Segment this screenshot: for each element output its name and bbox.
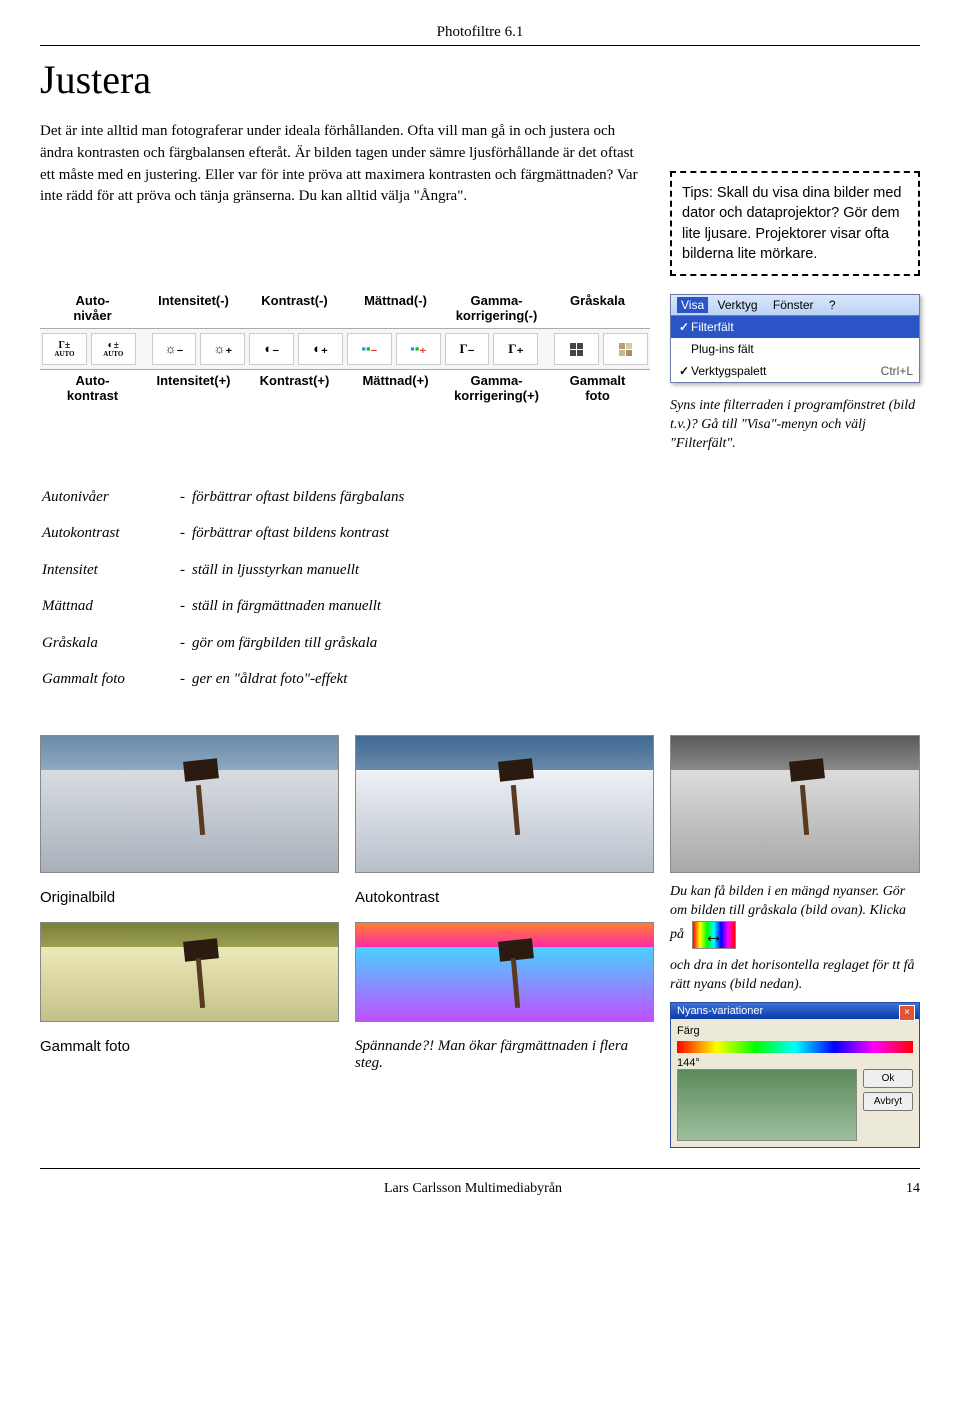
toolbar-label-bottom-0: Auto- kontrast xyxy=(42,374,143,404)
menu-item-label: Verktygspalett xyxy=(691,364,766,378)
toolbar-label-top-5: Gråskala xyxy=(547,294,648,324)
def-term: Autonivåer xyxy=(42,480,178,515)
nyans-text-2: och dra in det horisontella reglaget för… xyxy=(670,957,920,995)
toolbar-separator xyxy=(140,333,148,363)
toolbar-label-bottom-4: Gamma- korrigering(+) xyxy=(446,374,547,404)
def-term: Gammalt foto xyxy=(42,662,178,697)
dialog-label-farg: Färg xyxy=(677,1025,913,1037)
gamma-plus-icon[interactable]: Γ₊ xyxy=(493,333,538,365)
example-autokontrast-image xyxy=(355,735,654,873)
caption-gammalt: Gammalt foto xyxy=(40,1038,339,1055)
intro-paragraph: Det är inte alltid man fotograferar unde… xyxy=(40,121,650,208)
menu-item-label: Plug-ins fält xyxy=(691,342,754,356)
menu-item-filterfalt[interactable]: ✓ Filterfält xyxy=(671,316,919,338)
hue-slider[interactable] xyxy=(677,1041,913,1053)
def-desc: ställ in färgmättnaden manuellt xyxy=(192,589,404,624)
def-term: Gråskala xyxy=(42,626,178,661)
menu-top-help[interactable]: ? xyxy=(823,297,842,313)
dialog-title-text: Nyans-variationer xyxy=(677,1005,763,1017)
gamma-minus-icon[interactable]: Γ₋ xyxy=(445,333,490,365)
example-saturation-image xyxy=(355,922,654,1022)
contrast-plus-icon[interactable]: ◐₊ xyxy=(298,333,343,365)
caption-spannande: Spännande?! Man ökar färgmättnaden i fle… xyxy=(355,1038,654,1072)
menu-top-verktyg[interactable]: Verktyg xyxy=(711,297,763,313)
toolbar-label-bottom-5: Gammalt foto xyxy=(547,374,648,404)
footer-page-number: 14 xyxy=(906,1181,920,1197)
tips-box: Tips: Skall du visa dina bilder med dato… xyxy=(670,171,920,276)
menu-top-visa[interactable]: Visa xyxy=(677,297,708,313)
toolbar-separator-2 xyxy=(542,333,550,363)
def-term: Autokontrast xyxy=(42,516,178,551)
header-app-title: Photofiltre 6.1 xyxy=(40,24,920,41)
check-icon: ✓ xyxy=(677,364,691,378)
dialog-preview-image xyxy=(677,1069,857,1141)
saturation-plus-icon[interactable]: ▪▪₊ xyxy=(396,333,441,365)
toolbar-label-bottom-2: Kontrast(+) xyxy=(244,374,345,404)
hue-variation-icon[interactable] xyxy=(692,921,736,949)
page-footer: Lars Carlsson Multimediabyrån 14 xyxy=(40,1168,920,1197)
toolbar-label-top-3: Mättnad(-) xyxy=(345,294,446,324)
toolbar-label-bottom-1: Intensitet(+) xyxy=(143,374,244,404)
saturation-minus-icon[interactable]: ▪▪₋ xyxy=(347,333,392,365)
menu-item-label: Filterfält xyxy=(691,320,734,334)
menu-item-plugins[interactable]: Plug-ins fält xyxy=(671,338,919,360)
menu-shortcut: Ctrl+L xyxy=(881,364,913,378)
definition-list: Autonivåer-förbättrar oftast bildens fär… xyxy=(40,478,406,699)
intensity-minus-icon[interactable]: ☼₋ xyxy=(152,333,197,365)
toolbar-label-top-1: Intensitet(-) xyxy=(143,294,244,324)
def-desc: gör om färgbilden till gråskala xyxy=(192,626,404,661)
filterrad-note: Syns inte filterraden i programfönstret … xyxy=(670,397,920,454)
contrast-minus-icon[interactable]: ◐₋ xyxy=(249,333,294,365)
toolbar-illustration: Auto- nivåer Intensitet(-) Kontrast(-) M… xyxy=(40,294,650,454)
def-desc: förbättrar oftast bildens kontrast xyxy=(192,516,404,551)
menu-top-fonster[interactable]: Fönster xyxy=(767,297,820,313)
autolevels-icon[interactable]: Γ±AUTO xyxy=(42,333,87,365)
dialog-value: 144° xyxy=(677,1057,913,1069)
toolbar-label-top-0: Auto- nivåer xyxy=(42,294,143,324)
toolbar-label-top-2: Kontrast(-) xyxy=(244,294,345,324)
footer-author: Lars Carlsson Multimediabyrån xyxy=(384,1181,562,1197)
menu-item-verktygspalett[interactable]: ✓ Verktygspalett Ctrl+L xyxy=(671,360,919,382)
oldphoto-icon[interactable] xyxy=(603,333,648,365)
autocontrast-icon[interactable]: ◐±AUTO xyxy=(91,333,136,365)
example-oldphoto-image xyxy=(40,922,339,1022)
menu-top-row: Visa Verktyg Fönster ? xyxy=(671,295,919,316)
nyans-dialog: Nyans-variationer × Färg 144° Ok Avbryt xyxy=(670,1002,920,1148)
page-title: Justera xyxy=(40,56,920,103)
def-desc: förbättrar oftast bildens färgbalans xyxy=(192,480,404,515)
example-grayscale-image xyxy=(670,735,920,873)
caption-autokontrast: Autokontrast xyxy=(355,889,654,906)
toolbar-label-top-4: Gamma- korrigering(-) xyxy=(446,294,547,324)
avbryt-button[interactable]: Avbryt xyxy=(863,1092,913,1111)
def-term: Intensitet xyxy=(42,553,178,588)
check-icon: ✓ xyxy=(677,320,691,334)
header-rule xyxy=(40,45,920,46)
example-original-image xyxy=(40,735,339,873)
close-icon[interactable]: × xyxy=(899,1005,915,1021)
def-desc: ger en "åldrat foto"-effekt xyxy=(192,662,404,697)
toolbar-label-bottom-3: Mättnad(+) xyxy=(345,374,446,404)
nyans-text-1: Du kan få bilden i en mängd nyanser. Gör… xyxy=(670,883,920,949)
toolbar-icon-row: Γ±AUTO ◐±AUTO ☼₋ ☼₊ ◐₋ ◐₊ ▪▪₋ ▪▪₊ Γ₋ Γ₊ xyxy=(40,328,650,370)
def-desc: ställ in ljusstyrkan manuellt xyxy=(192,553,404,588)
grayscale-icon[interactable] xyxy=(554,333,599,365)
visa-menu-panel: Visa Verktyg Fönster ? ✓ Filterfält Plug… xyxy=(670,294,920,383)
caption-original: Originalbild xyxy=(40,889,339,906)
intensity-plus-icon[interactable]: ☼₊ xyxy=(200,333,245,365)
def-term: Mättnad xyxy=(42,589,178,624)
ok-button[interactable]: Ok xyxy=(863,1069,913,1088)
dialog-title-bar: Nyans-variationer × xyxy=(671,1003,919,1019)
